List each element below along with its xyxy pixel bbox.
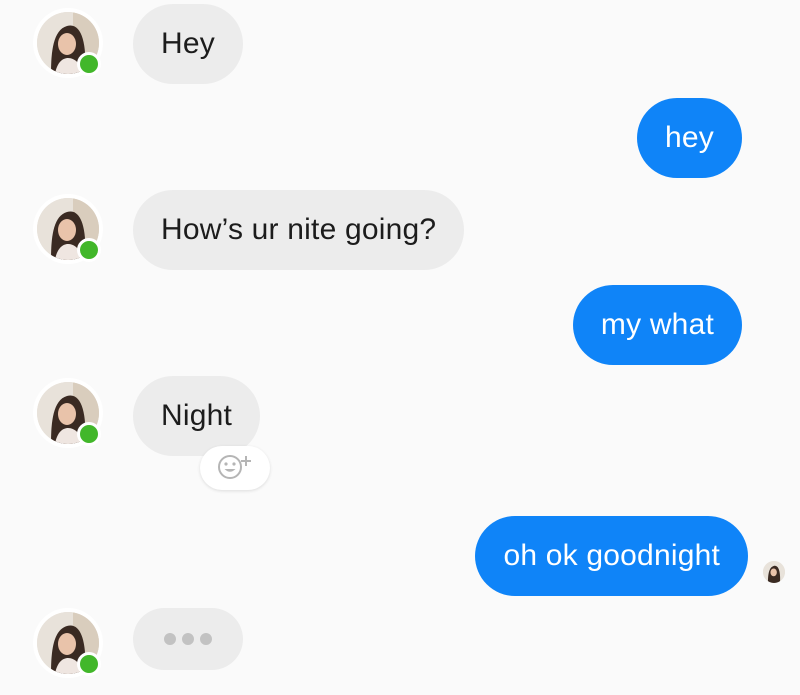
typing-dots-icon bbox=[182, 633, 194, 645]
online-status-dot bbox=[77, 422, 101, 446]
contact-avatar[interactable] bbox=[33, 378, 103, 448]
online-status-dot bbox=[77, 52, 101, 76]
message-text: Hey bbox=[161, 27, 215, 60]
typing-dots-icon bbox=[164, 633, 176, 645]
seen-avatar-icon bbox=[763, 561, 785, 583]
incoming-message-bubble[interactable]: Night bbox=[133, 376, 261, 456]
message-text: my what bbox=[600, 308, 714, 341]
outgoing-message-bubble[interactable]: my what bbox=[572, 285, 742, 365]
typing-indicator bbox=[133, 608, 243, 670]
add-reaction-button[interactable] bbox=[200, 446, 270, 490]
message-text: Night bbox=[161, 399, 233, 432]
contact-avatar[interactable] bbox=[33, 608, 103, 678]
chat-thread: Hey hey How’s ur nite going? my what Nig… bbox=[0, 0, 800, 695]
online-status-dot bbox=[77, 238, 101, 262]
incoming-message-bubble[interactable]: Hey bbox=[133, 4, 243, 84]
message-text: oh ok goodnight bbox=[503, 539, 720, 572]
outgoing-message-bubble[interactable]: hey bbox=[637, 98, 742, 178]
message-text: How’s ur nite going? bbox=[161, 213, 437, 246]
online-status-dot bbox=[77, 652, 101, 676]
typing-dots-icon bbox=[200, 633, 212, 645]
contact-avatar[interactable] bbox=[33, 8, 103, 78]
incoming-message-bubble[interactable]: How’s ur nite going? bbox=[133, 190, 465, 270]
outgoing-message-bubble[interactable]: oh ok goodnight bbox=[475, 516, 748, 596]
message-text: hey bbox=[665, 121, 714, 154]
contact-avatar[interactable] bbox=[33, 194, 103, 264]
add-reaction-icon bbox=[210, 451, 260, 486]
